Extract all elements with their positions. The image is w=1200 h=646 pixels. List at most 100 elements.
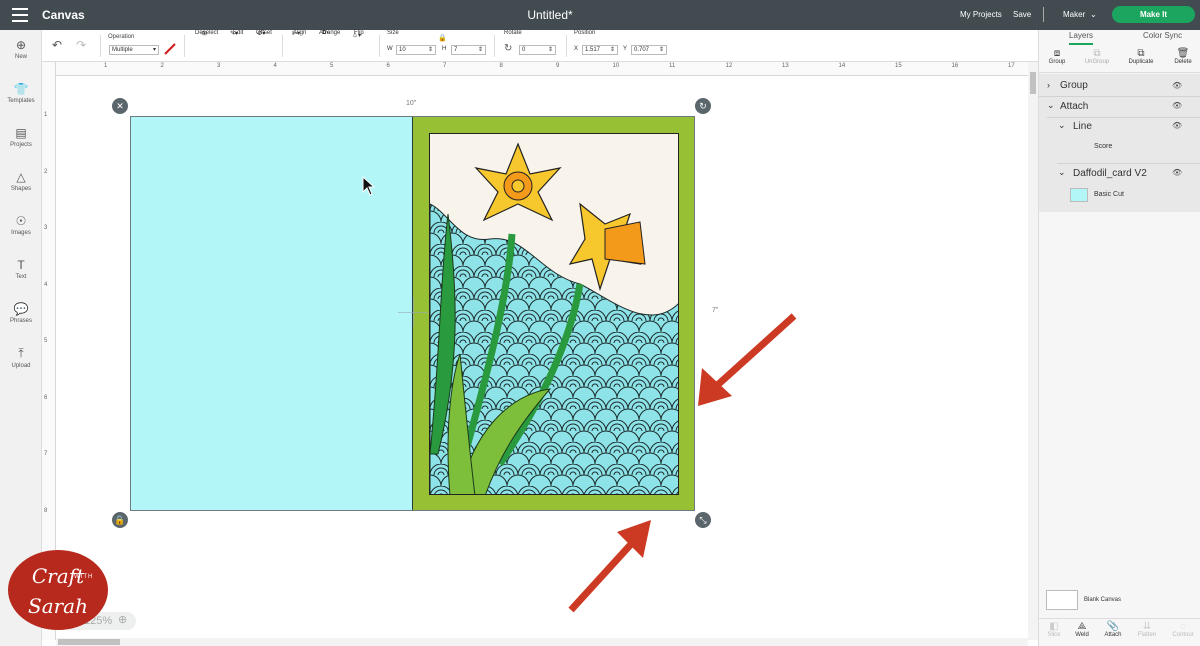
center-crosshair xyxy=(413,297,414,327)
nav-text[interactable]: T Text xyxy=(0,258,42,280)
width-input[interactable]: 10 ⇕ xyxy=(396,45,436,55)
toolbar-divider xyxy=(494,35,495,57)
top-bar: Canvas Untitled* My Projects Save Maker … xyxy=(0,0,1200,30)
height-input[interactable]: 7 ⇕ xyxy=(451,45,486,55)
chevron-down-icon[interactable]: ⌄ xyxy=(1058,167,1066,178)
contour-button[interactable]: ◌ Contour xyxy=(1167,621,1199,638)
lock-icon[interactable]: 🔒 xyxy=(438,34,447,42)
delete-button[interactable]: 🗑 Delete xyxy=(1167,48,1199,65)
make-it-button[interactable]: Make It xyxy=(1112,6,1195,23)
layer-attach[interactable]: Attach xyxy=(1060,101,1088,112)
undo-icon[interactable]: ↶ xyxy=(52,38,62,52)
weld-button[interactable]: ⟁ Weld xyxy=(1066,621,1098,638)
rotate-handle-icon[interactable]: ↻ xyxy=(695,98,711,114)
y-label: Y xyxy=(623,46,628,52)
ruler-tick-label: 8 xyxy=(44,507,48,514)
eye-icon[interactable]: 👁 xyxy=(1172,168,1182,177)
blank-canvas-swatch[interactable] xyxy=(1046,590,1078,610)
attach-button[interactable]: 📎 Attach xyxy=(1097,621,1129,638)
craft-with-sarah-logo: Craft WITH Sarah xyxy=(8,550,108,630)
layer-score[interactable]: Score xyxy=(1094,143,1112,150)
ruler-tick-label: 1 xyxy=(104,63,108,69)
ruler-tick-label: 9 xyxy=(556,63,560,69)
tab-layers[interactable]: Layers xyxy=(1069,31,1094,45)
save-button[interactable]: Save xyxy=(1013,10,1031,19)
eye-icon[interactable]: 👁 xyxy=(1172,81,1182,90)
ruler-tick-label: 15 xyxy=(895,63,902,69)
chevron-right-icon[interactable]: › xyxy=(1047,80,1050,90)
card-front-panel[interactable] xyxy=(413,117,694,510)
blank-canvas-label: Blank Canvas xyxy=(1084,597,1122,603)
eye-icon[interactable]: 👁 xyxy=(1172,121,1182,130)
daffodil-artwork[interactable] xyxy=(429,133,679,495)
group-button[interactable]: ⧈ Group xyxy=(1041,48,1073,65)
operation-select[interactable]: Multiple ▾ xyxy=(109,45,159,55)
layer-daffodil-card[interactable]: Daffodil_card V2 xyxy=(1073,168,1147,179)
horizontal-ruler: 1 2 3 4 5 6 7 8 9 10 11 12 13 14 15 16 17 xyxy=(56,62,1028,76)
chevron-down-icon[interactable]: ⌄ xyxy=(1090,10,1097,19)
height-label: H xyxy=(442,46,447,52)
machine-select[interactable]: Maker xyxy=(1063,10,1085,19)
layer-color-swatch[interactable] xyxy=(1070,188,1088,202)
width-label: W xyxy=(387,46,393,52)
layer-line[interactable]: Line xyxy=(1073,121,1092,132)
duplicate-icon: ⧉ xyxy=(1137,48,1145,59)
layer-group[interactable]: Group xyxy=(1060,80,1088,91)
tab-color-sync[interactable]: Color Sync xyxy=(1143,31,1182,40)
ruler-tick-label: 1 xyxy=(44,112,48,118)
lock-handle-icon[interactable]: 🔒 xyxy=(112,512,128,528)
rotate-input[interactable]: 0 ⇕ xyxy=(519,45,556,55)
paperclip-icon: 📎 xyxy=(1106,621,1120,632)
my-projects-link[interactable]: My Projects xyxy=(960,10,1002,19)
chevron-down-icon[interactable]: ⌄ xyxy=(1058,120,1066,131)
speech-bubble-icon: 💬 xyxy=(13,302,29,316)
arrange-icon[interactable]: ⧉▾ xyxy=(322,30,329,37)
zoom-in-icon[interactable]: ⊕ xyxy=(118,613,127,626)
nav-new[interactable]: ⊕ New xyxy=(0,38,42,60)
upload-icon: ⤒ xyxy=(18,346,24,360)
ruler-tick-label: 12 xyxy=(725,63,733,69)
offset-icon[interactable]: ⚙▾ xyxy=(257,30,265,37)
operation-label: Operation xyxy=(108,34,135,40)
ungroup-button[interactable]: ⧉ UnGroup xyxy=(1081,48,1113,65)
contour-icon: ◌ xyxy=(1180,621,1186,632)
redo-icon[interactable]: ↷ xyxy=(76,38,86,52)
linetype-color-icon[interactable] xyxy=(164,43,176,55)
duplicate-button[interactable]: ⧉ Duplicate xyxy=(1125,48,1157,65)
layers-panel: Layers Color Sync ⧈ Group ⧉ UnGroup ⧉ Dupli… xyxy=(1038,30,1200,646)
position-label: Position xyxy=(574,30,596,36)
weld-icon: ⟁ xyxy=(1077,621,1087,632)
nav-phrases[interactable]: 💬 Phrases xyxy=(0,302,42,324)
resize-handle-icon[interactable]: ⤡ xyxy=(695,512,711,528)
delete-handle-icon[interactable]: ✕ xyxy=(112,98,128,114)
layer-basic-cut[interactable]: Basic Cut xyxy=(1094,191,1124,198)
vertical-scrollbar[interactable] xyxy=(1028,62,1038,640)
edit-pencil-icon[interactable]: ✎▾ xyxy=(230,30,238,37)
nav-templates[interactable]: 👕 Templates xyxy=(0,82,42,104)
size-label: Size xyxy=(387,30,399,36)
rotate-label: Rotate xyxy=(504,30,522,36)
ruler-tick-label: 16 xyxy=(951,63,959,69)
chevron-down-icon[interactable]: ⌄ xyxy=(1047,100,1055,111)
align-icon[interactable]: ⊫▾ xyxy=(292,30,300,37)
ruler-tick-label: 7 xyxy=(443,63,447,69)
nav-images[interactable]: ☉ Images xyxy=(0,214,42,236)
deselect-icon[interactable]: ⊞ xyxy=(202,30,207,37)
flatten-icon: ⇊ xyxy=(1142,621,1152,632)
width-dimension-label: 10" xyxy=(406,100,417,107)
horizontal-scrollbar[interactable] xyxy=(56,638,1028,646)
nav-projects[interactable]: ▤ Projects xyxy=(0,126,42,148)
toolbar-divider xyxy=(184,35,185,57)
toolbar-divider xyxy=(282,35,283,57)
nav-upload[interactable]: ⤒ Upload xyxy=(0,346,42,369)
group-icon: ⧈ xyxy=(1053,48,1061,59)
eye-icon[interactable]: 👁 xyxy=(1172,101,1182,110)
y-position-input[interactable]: 0.707 ⇕ xyxy=(631,45,667,55)
flip-icon[interactable]: ⏃▾ xyxy=(352,30,361,39)
nav-shapes[interactable]: △ Shapes xyxy=(0,170,42,192)
bottom-tools: ◧ Slice ⟁ Weld 📎 Attach ⇊ Flatten ◌ Contour xyxy=(1039,618,1200,646)
x-position-input[interactable]: 1.517 ⇕ xyxy=(582,45,618,55)
red-arrow-icon xyxy=(568,520,651,613)
ruler-tick-label: 14 xyxy=(838,63,846,69)
flatten-button[interactable]: ⇊ Flatten xyxy=(1131,621,1163,638)
